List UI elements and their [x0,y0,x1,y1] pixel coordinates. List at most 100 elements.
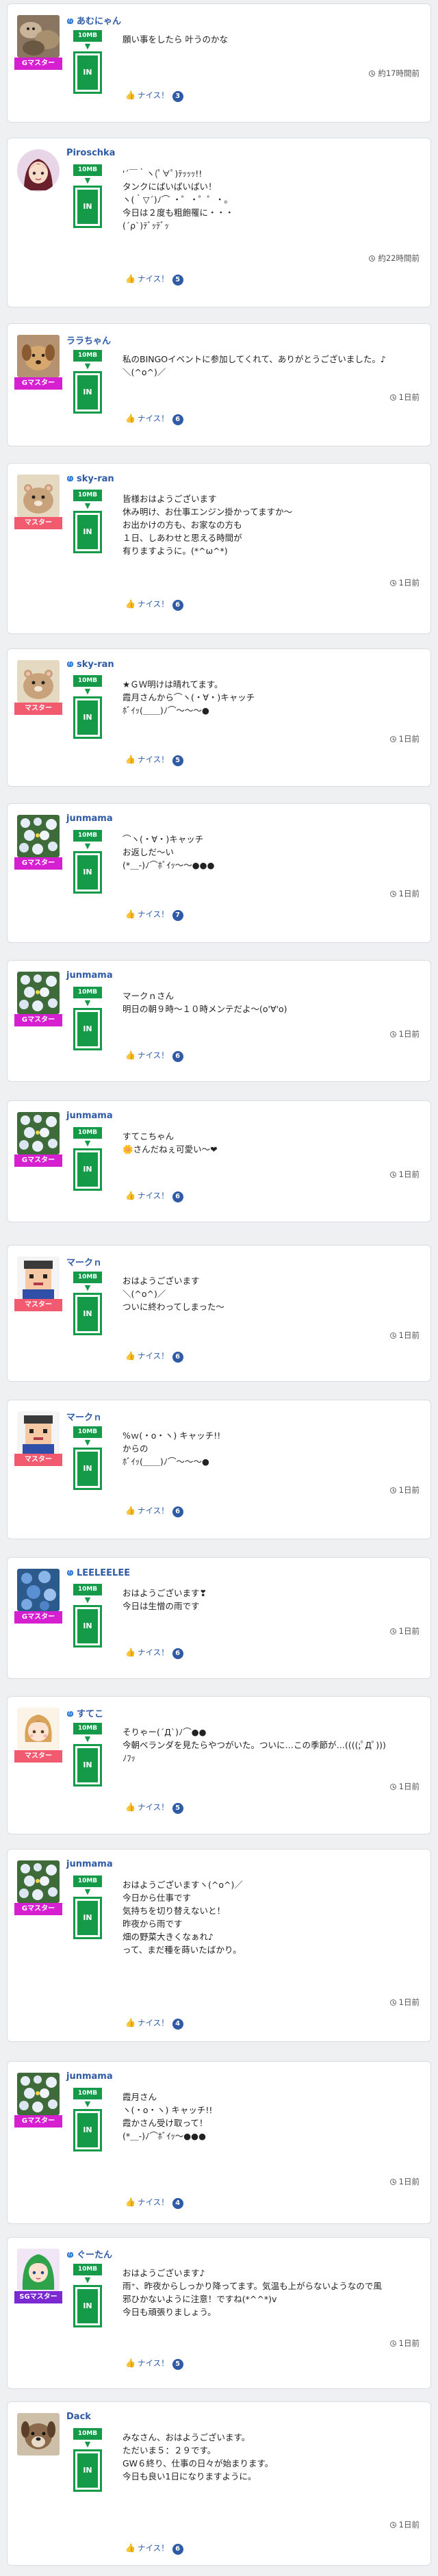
message-line: 私のBINGOイベントに参加してくれて、ありがとうございました。♪ [123,354,386,364]
username-link[interactable]: junmama [66,2071,113,2082]
room-level-indicator[interactable]: 10MB ▼ IN [73,1723,102,1786]
avatar[interactable] [17,815,60,857]
message-line: ついに終わってしまった〜 [123,1302,224,1312]
avatar[interactable] [17,1411,60,1454]
post-time: 1日前 [389,1330,420,1341]
username-link[interactable]: junmama [66,970,113,981]
like-button[interactable]: 👍 ナイス！ 4 [125,2197,183,2209]
avatar[interactable] [17,475,60,517]
avatar[interactable] [17,2413,60,2455]
message-line: 休み明け、お仕事エンジン掛かってますか〜 [123,507,293,517]
avatar[interactable] [17,1860,60,1903]
avatar[interactable] [17,660,60,703]
room-level-indicator[interactable]: 10MB ▼ IN [73,30,102,94]
room-level-indicator[interactable]: 10MB ▼ IN [73,1584,102,1647]
like-button[interactable]: 👍 ナイス！ 6 [125,1050,183,1062]
level-label: 10MB [73,987,102,998]
like-label: ナイス！ [137,755,169,764]
post-card: Gマスター junmama 10MB ▼ IN ⌒ヽ(・∀・)キャッチ お返しだ〜い (*＿-… [7,803,431,943]
avatar[interactable] [17,149,60,192]
username-link[interactable]: junmama [66,1111,113,1121]
clock-icon [389,580,396,586]
room-level-indicator[interactable]: 10MB ▼ IN [73,2264,102,2327]
room-level-indicator[interactable]: 10MB ▼ IN [73,490,102,553]
post-card: マスター ⱷ sky-ran 10MB ▼ IN ★ＧＷ明けは晴れてます。 霞月さんから⌒ヽ(… [7,648,431,787]
like-button[interactable]: 👍 ナイス！ 4 [125,2017,183,2030]
username-link[interactable]: ⱷ ぐーたん [66,2247,112,2260]
like-button[interactable]: 👍 ナイス！ 5 [125,754,183,766]
username-link[interactable]: ⱷ sky-ran [66,473,114,484]
room-label: IN [77,1152,98,1187]
clock-icon [389,1784,396,1790]
avatar[interactable] [17,1112,60,1154]
room-level-indicator[interactable]: 10MB ▼ IN [73,1272,102,1335]
like-button[interactable]: 👍 ナイス！ 5 [125,2358,183,2370]
bird-icon: ⱷ [66,473,74,484]
like-button[interactable]: 👍 ナイス！ 5 [125,1802,183,1814]
room-level-indicator[interactable]: 10MB ▼ IN [73,987,102,1050]
username-link[interactable]: ⱷ あむにゃん [66,14,121,27]
like-button[interactable]: 👍 ナイス！ 6 [125,1190,183,1202]
like-label: ナイス！ [137,1351,169,1361]
like-button[interactable]: 👍 ナイス！ 6 [125,1505,183,1517]
post-message: おはようございます ＼(^o^)／ ついに終わってしまった〜 [123,1274,424,1313]
avatar[interactable] [17,15,60,58]
room-door-icon: IN [73,1897,102,1939]
username-link[interactable]: ララちゃん [66,333,111,346]
avatar[interactable] [17,2249,60,2291]
username-link[interactable]: junmama [66,1859,113,1869]
rank-badge: マスター [14,1299,62,1311]
like-count: 5 [172,755,183,766]
message-line: おはようございます [123,1276,200,1286]
room-level-indicator[interactable]: 10MB ▼ IN [73,1426,102,1490]
room-label: IN [77,1901,98,1935]
username-text: LEELEELEE [76,1568,131,1578]
like-count: 3 [172,91,183,102]
like-button[interactable]: 👍 ナイス！ 7 [125,909,183,921]
like-button[interactable]: 👍 ナイス！ 5 [125,273,183,286]
username-link[interactable]: Piroschka [66,148,115,158]
room-level-indicator[interactable]: 10MB ▼ IN [73,2428,102,2492]
avatar[interactable] [17,1569,60,1611]
avatar[interactable] [17,972,60,1014]
down-arrow-icon: ▼ [84,501,91,510]
down-arrow-icon: ▼ [84,362,91,370]
username-link[interactable]: マークｎ [66,1410,102,1423]
username-link[interactable]: ⱷ すてこ [66,1706,103,1719]
username-text: sky-ran [76,659,114,670]
message-line: 今日も頑張りましょう。 [123,2307,216,2317]
post-card: Gマスター ララちゃん 10MB ▼ IN 私のBINGOイベントに参加してくれて、ありが… [7,323,431,446]
room-label: IN [77,1012,98,1046]
message-line: みなさん、おはようございます。 [123,2432,250,2442]
room-level-indicator[interactable]: 10MB ▼ IN [73,830,102,894]
message-line: %ｗ(・o・ヽ) キャッチ!! [123,1430,221,1441]
like-button[interactable]: 👍 ナイス！ 6 [125,413,183,425]
like-button[interactable]: 👍 ナイス！ 6 [125,1350,183,1363]
username-link[interactable]: マークｎ [66,1255,102,1268]
like-button[interactable]: 👍 ナイス！ 6 [125,598,183,611]
room-level-indicator[interactable]: 10MB ▼ IN [73,1876,102,1939]
username-link[interactable]: ⱷ LEELEELEE [66,1567,130,1578]
avatar[interactable] [17,335,60,377]
like-button[interactable]: 👍 ナイス！ 6 [125,1647,183,1659]
room-level-indicator[interactable]: 10MB ▼ IN [73,350,102,414]
avatar[interactable] [17,1257,60,1299]
like-button[interactable]: 👍 ナイス！ 6 [125,2542,183,2555]
like-count: 6 [172,1506,183,1517]
room-level-indicator[interactable]: 10MB ▼ IN [73,164,102,228]
message-line: からの [123,1443,149,1454]
username-link[interactable]: ⱷ sky-ran [66,659,114,670]
avatar[interactable] [17,2073,60,2115]
message-line: 畑の野菜大きくなぁれ♪ [123,1932,214,1942]
avatar[interactable] [17,1708,60,1750]
room-level-indicator[interactable]: 10MB ▼ IN [73,2088,102,2151]
like-label: ナイス！ [137,2018,169,2028]
room-level-indicator[interactable]: 10MB ▼ IN [73,1127,102,1191]
username-link[interactable]: junmama [66,813,113,824]
rank-badge: マスター [14,1750,62,1763]
like-button[interactable]: 👍 ナイス！ 3 [125,90,183,102]
post-message: おはようございます❣ 今日は生憎の雨です [123,1587,424,1613]
room-level-indicator[interactable]: 10MB ▼ IN [73,675,102,739]
level-label: 10MB [73,2088,102,2099]
username-link[interactable]: Dack [66,2412,91,2422]
